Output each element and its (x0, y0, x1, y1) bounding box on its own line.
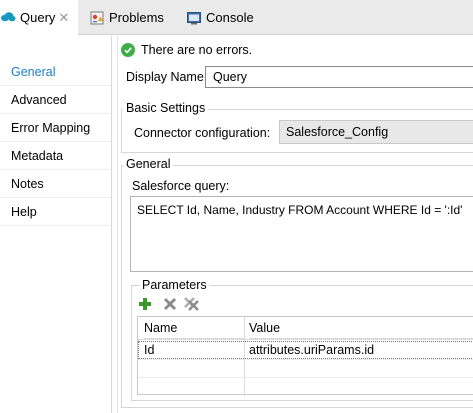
sidebar-item-help[interactable]: Help (0, 198, 111, 226)
console-icon (186, 10, 202, 26)
check-circle-icon (121, 43, 135, 57)
tab-console[interactable]: Console (186, 0, 254, 35)
tab-problems[interactable]: Problems (89, 0, 164, 35)
connector-config-value: Salesforce_Config (286, 125, 389, 139)
tab-query[interactable]: Query ✕ (0, 0, 78, 36)
basic-settings-title: Basic Settings (123, 101, 209, 115)
tab-console-label: Console (206, 10, 254, 25)
salesforce-query-text: SELECT Id, Name, Industry FROM Account W… (137, 203, 463, 217)
remove-icon[interactable] (162, 296, 178, 312)
param-name-cell[interactable]: Id (144, 341, 154, 359)
row-divider (138, 377, 473, 378)
display-name-input[interactable]: Query (205, 66, 473, 88)
problems-icon (89, 10, 105, 26)
row-divider (138, 359, 473, 360)
connector-config-select[interactable]: Salesforce_Config (279, 120, 473, 144)
sidebar-item-error-mapping[interactable]: Error Mapping (0, 114, 111, 142)
display-name-label: Display Name: (126, 70, 208, 84)
tab-query-label: Query (20, 9, 56, 25)
parameters-table: Name Value Id attributes.uriParams.id (137, 316, 473, 396)
salesforce-query-label: Salesforce query: (132, 179, 230, 193)
general-group-title: General (123, 157, 174, 171)
sidebar-nav: General Advanced Error Mapping Metadata … (0, 36, 112, 413)
sidebar-item-metadata[interactable]: Metadata (0, 142, 111, 170)
salesforce-query-textarea[interactable]: SELECT Id, Name, Industry FROM Account W… (130, 196, 473, 272)
salesforce-cloud-icon (0, 9, 16, 25)
parameters-title: Parameters (140, 278, 209, 292)
sidebar-item-general[interactable]: General (0, 58, 111, 86)
connector-config-label: Connector configuration: (134, 126, 271, 140)
header-divider (138, 339, 473, 340)
sidebar-item-advanced[interactable]: Advanced (0, 86, 111, 114)
sidebar-item-notes[interactable]: Notes (0, 170, 111, 198)
status-message: There are no errors. (121, 41, 252, 59)
column-header-value[interactable]: Value (249, 317, 473, 339)
add-icon[interactable] (137, 296, 153, 312)
status-text: There are no errors. (141, 43, 253, 57)
close-icon[interactable]: ✕ (58, 11, 69, 24)
tab-problems-label: Problems (109, 10, 164, 25)
remove-all-icon[interactable] (184, 296, 200, 312)
column-header-name[interactable]: Name (144, 317, 244, 339)
editor-tab-bar: Query ✕ Problems Console (0, 0, 473, 36)
param-value-cell[interactable]: attributes.uriParams.id (249, 341, 374, 359)
display-name-value: Query (213, 70, 248, 84)
